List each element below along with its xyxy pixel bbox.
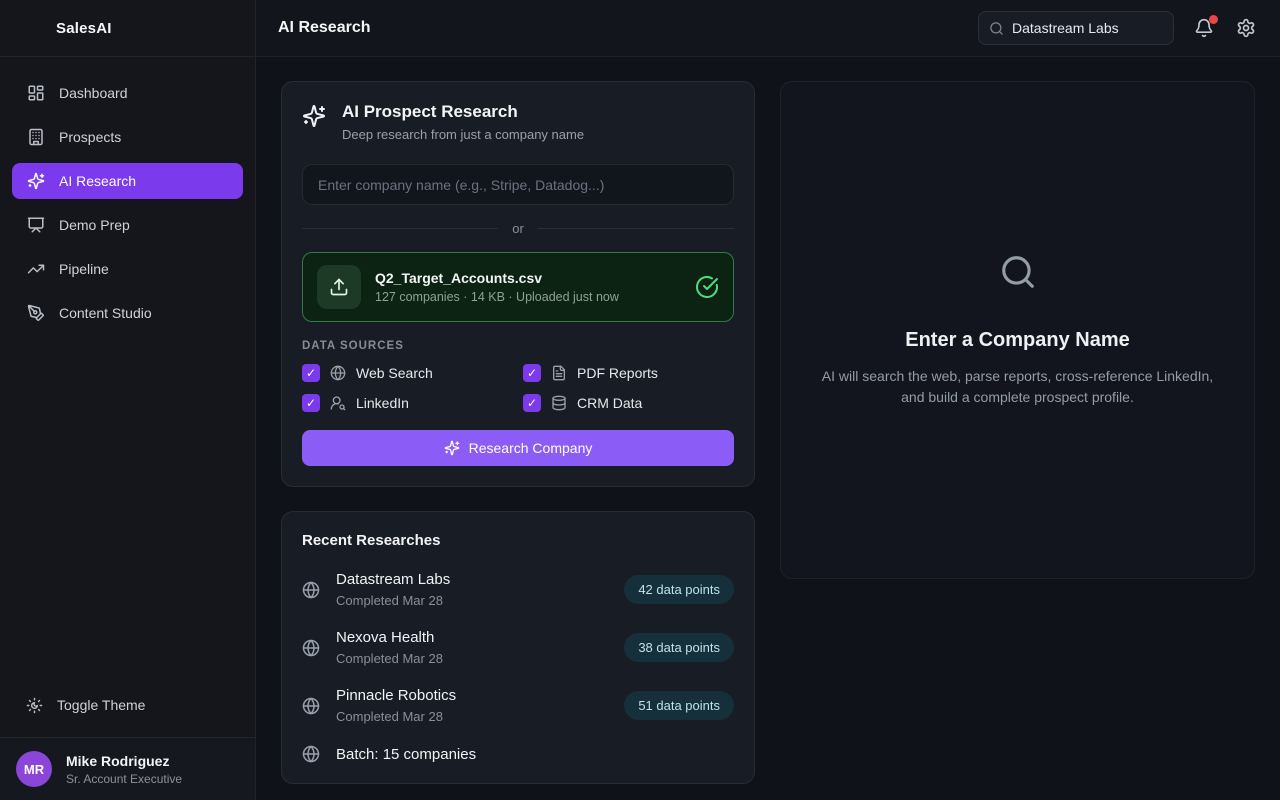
recent-research-row[interactable]: Nexova Health Completed Mar 28 38 data p… bbox=[302, 629, 734, 666]
sparkles-icon bbox=[27, 172, 45, 190]
avatar: MR bbox=[16, 751, 52, 787]
recent-research-row[interactable]: Pinnacle Robotics Completed Mar 28 51 da… bbox=[302, 687, 734, 724]
sidebar: SalesAI Dashboard Prospects AI Research … bbox=[0, 0, 256, 800]
sparkles-icon bbox=[444, 440, 460, 456]
notification-dot bbox=[1209, 15, 1218, 24]
sidebar-item-content-studio[interactable]: Content Studio bbox=[12, 295, 243, 331]
dashboard-icon bbox=[27, 84, 45, 102]
upload-iconbox bbox=[317, 265, 361, 309]
empty-state-panel: Enter a Company Name AI will search the … bbox=[780, 81, 1255, 579]
checkbox-checked[interactable]: ✓ bbox=[523, 394, 541, 412]
building-icon bbox=[27, 128, 45, 146]
uploaded-filename: Q2_Target_Accounts.csv bbox=[375, 270, 681, 286]
source-linkedin[interactable]: ✓ LinkedIn bbox=[302, 394, 513, 412]
source-pdf-reports[interactable]: ✓ PDF Reports bbox=[523, 364, 734, 382]
sidebar-item-label: Dashboard bbox=[59, 85, 128, 101]
recent-company-name: Batch: 15 companies bbox=[336, 746, 734, 763]
recent-researches-title: Recent Researches bbox=[302, 532, 734, 549]
recent-company-name: Pinnacle Robotics bbox=[336, 687, 608, 704]
notifications-button[interactable] bbox=[1192, 16, 1216, 40]
settings-button[interactable] bbox=[1234, 16, 1258, 40]
search-icon bbox=[989, 21, 1004, 36]
search-input[interactable] bbox=[1012, 20, 1163, 36]
or-divider-label: or bbox=[512, 221, 524, 236]
gear-icon bbox=[1236, 18, 1256, 38]
data-points-badge: 38 data points bbox=[624, 633, 734, 662]
recent-company-name: Datastream Labs bbox=[336, 571, 608, 588]
data-points-badge: 51 data points bbox=[624, 691, 734, 720]
checkbox-checked[interactable]: ✓ bbox=[523, 364, 541, 382]
checkbox-checked[interactable]: ✓ bbox=[302, 394, 320, 412]
sparkles-icon bbox=[302, 104, 326, 128]
content: AI Prospect Research Deep research from … bbox=[256, 57, 1280, 800]
topbar: AI Research bbox=[256, 0, 1280, 57]
data-sources-label: DATA SOURCES bbox=[302, 340, 734, 352]
uploaded-file-meta: 127 companies · 14 KB · Uploaded just no… bbox=[375, 290, 681, 304]
research-card: AI Prospect Research Deep research from … bbox=[281, 81, 755, 487]
database-icon bbox=[551, 395, 567, 411]
sidebar-item-pipeline[interactable]: Pipeline bbox=[12, 251, 243, 287]
sidebar-item-demo-prep[interactable]: Demo Prep bbox=[12, 207, 243, 243]
source-label: PDF Reports bbox=[577, 365, 658, 381]
research-company-button[interactable]: Research Company bbox=[302, 430, 734, 466]
recent-status: Completed Mar 28 bbox=[336, 593, 608, 608]
research-card-subtitle: Deep research from just a company name bbox=[342, 127, 584, 142]
user-role: Sr. Account Executive bbox=[66, 772, 182, 786]
globe-icon bbox=[302, 581, 320, 599]
trending-up-icon bbox=[27, 260, 45, 278]
checkbox-checked[interactable]: ✓ bbox=[302, 364, 320, 382]
globe-icon bbox=[302, 745, 320, 763]
research-company-label: Research Company bbox=[469, 440, 593, 456]
upload-icon bbox=[329, 277, 349, 297]
user-profile[interactable]: MR Mike Rodriguez Sr. Account Executive bbox=[0, 737, 255, 800]
data-points-badge: 42 data points bbox=[624, 575, 734, 604]
globe-icon bbox=[302, 639, 320, 657]
user-search-icon bbox=[330, 395, 346, 411]
recent-researches-card: Recent Researches Datastream Labs Comple… bbox=[281, 511, 755, 784]
sidebar-item-label: Demo Prep bbox=[59, 217, 130, 233]
company-name-input[interactable] bbox=[302, 164, 734, 205]
data-sources-grid: ✓ Web Search ✓ PDF Reports bbox=[302, 364, 734, 412]
global-search bbox=[978, 11, 1174, 45]
check-circle-icon bbox=[695, 275, 719, 299]
sidebar-item-ai-research[interactable]: AI Research bbox=[12, 163, 243, 199]
source-label: LinkedIn bbox=[356, 395, 409, 411]
sidebar-item-label: Pipeline bbox=[59, 261, 109, 277]
recent-status: Completed Mar 28 bbox=[336, 709, 608, 724]
globe-icon bbox=[302, 697, 320, 715]
pen-tool-icon bbox=[27, 304, 45, 322]
user-name: Mike Rodriguez bbox=[66, 753, 182, 769]
sidebar-item-label: Content Studio bbox=[59, 305, 152, 321]
presentation-icon bbox=[27, 216, 45, 234]
sidebar-item-label: AI Research bbox=[59, 173, 136, 189]
source-label: Web Search bbox=[356, 365, 433, 381]
research-card-title: AI Prospect Research bbox=[342, 102, 584, 122]
app-logo: SalesAI bbox=[0, 0, 255, 57]
sidebar-item-prospects[interactable]: Prospects bbox=[12, 119, 243, 155]
source-label: CRM Data bbox=[577, 395, 642, 411]
sun-moon-icon bbox=[26, 697, 43, 714]
page-title: AI Research bbox=[278, 19, 371, 37]
source-web-search[interactable]: ✓ Web Search bbox=[302, 364, 513, 382]
toggle-theme-label: Toggle Theme bbox=[57, 697, 145, 713]
sidebar-item-label: Prospects bbox=[59, 129, 121, 145]
search-icon bbox=[999, 253, 1037, 291]
main-area: AI Research bbox=[256, 0, 1280, 800]
recent-research-row[interactable]: Batch: 15 companies bbox=[302, 745, 734, 763]
toggle-theme-button[interactable]: Toggle Theme bbox=[12, 687, 243, 723]
file-text-icon bbox=[551, 365, 567, 381]
sidebar-nav: Dashboard Prospects AI Research Demo Pre… bbox=[0, 57, 255, 339]
uploaded-file-card[interactable]: Q2_Target_Accounts.csv 127 companies · 1… bbox=[302, 252, 734, 322]
recent-research-row[interactable]: Datastream Labs Completed Mar 28 42 data… bbox=[302, 571, 734, 608]
empty-state-title: Enter a Company Name bbox=[905, 329, 1130, 352]
recent-status: Completed Mar 28 bbox=[336, 651, 608, 666]
sidebar-item-dashboard[interactable]: Dashboard bbox=[12, 75, 243, 111]
or-divider: or bbox=[302, 221, 734, 236]
recent-company-name: Nexova Health bbox=[336, 629, 608, 646]
empty-state-description: AI will search the web, parse reports, c… bbox=[821, 366, 1214, 408]
globe-icon bbox=[330, 365, 346, 381]
source-crm-data[interactable]: ✓ CRM Data bbox=[523, 394, 734, 412]
